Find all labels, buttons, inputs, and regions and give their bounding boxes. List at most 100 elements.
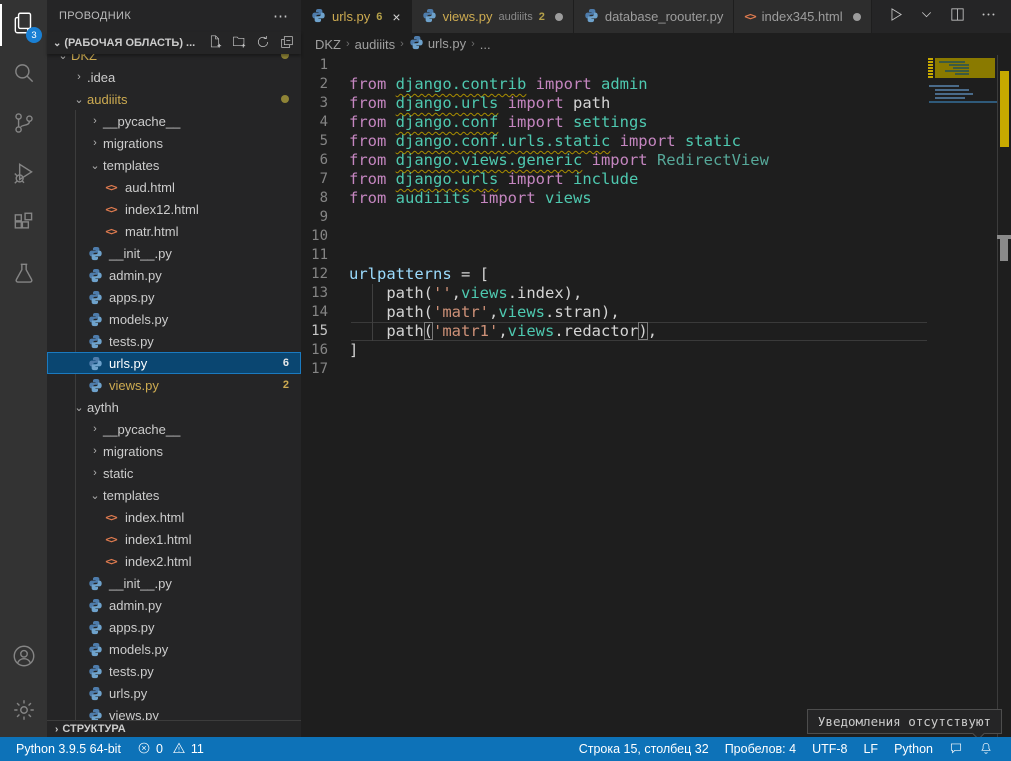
- activitybar-explorer[interactable]: 3: [0, 0, 47, 50]
- tree-file-index2-html[interactable]: <>index2.html: [47, 550, 301, 572]
- outline-section-header[interactable]: › СТРУКТУРА: [47, 720, 301, 737]
- encoding[interactable]: UTF-8: [804, 742, 855, 756]
- ellipsis-icon[interactable]: [980, 6, 997, 28]
- chevron-down-icon[interactable]: [918, 6, 935, 28]
- tab-views-py[interactable]: views.pyaudiiits2: [412, 0, 574, 33]
- tree-file-admin-py[interactable]: admin.py: [47, 264, 301, 286]
- minimap[interactable]: [927, 55, 997, 737]
- debug-icon: [11, 160, 37, 191]
- tree-file-apps-py[interactable]: apps.py: [47, 616, 301, 638]
- close-icon[interactable]: ×: [392, 9, 400, 25]
- code-line-17[interactable]: 17: [301, 360, 927, 379]
- code-line-13[interactable]: 13 path('',views.index),: [301, 284, 927, 303]
- tree-item-label: __init__.py: [109, 246, 172, 261]
- code-line-7[interactable]: 7from django.urls import include: [301, 170, 927, 189]
- tree-file--init-py[interactable]: __init__.py: [47, 572, 301, 594]
- language-mode[interactable]: Python: [886, 742, 941, 756]
- tree-folder-migrations[interactable]: ›migrations: [47, 440, 301, 462]
- modified-dot-icon[interactable]: [853, 13, 861, 21]
- refresh-icon[interactable]: [255, 34, 271, 53]
- code-line-10[interactable]: 10: [301, 227, 927, 246]
- tree-folder--pycache-[interactable]: ›__pycache__: [47, 418, 301, 440]
- activitybar-testing[interactable]: [0, 250, 47, 300]
- tree-folder--pycache-[interactable]: ›__pycache__: [47, 110, 301, 132]
- tree-file-aud-html[interactable]: <>aud.html: [47, 176, 301, 198]
- tree-item-label: admin.py: [109, 268, 162, 283]
- tab-label: database_roouter.py: [605, 9, 724, 24]
- notifications-button[interactable]: [971, 741, 1001, 758]
- code-line-16[interactable]: 16]: [301, 341, 927, 360]
- tree-file-urls-py[interactable]: urls.py: [47, 682, 301, 704]
- code-line-11[interactable]: 11: [301, 246, 927, 265]
- activitybar-extensions[interactable]: [0, 200, 47, 250]
- tree-folder-audiiits[interactable]: ⌄audiiits: [47, 88, 301, 110]
- workspace-section-header[interactable]: ⌄ (РАБОЧАЯ ОБЛАСТЬ) ...: [47, 32, 301, 54]
- tree-file-tests-py[interactable]: tests.py: [47, 660, 301, 682]
- tree-file-tests-py[interactable]: tests.py: [47, 330, 301, 352]
- tree-file--init-py[interactable]: __init__.py: [47, 242, 301, 264]
- tab-database-roouter-py[interactable]: database_roouter.py: [574, 0, 735, 33]
- tree-folder-templates[interactable]: ⌄templates: [47, 154, 301, 176]
- tree-file-matr-html[interactable]: <>matr.html: [47, 220, 301, 242]
- tree-folder-migrations[interactable]: ›migrations: [47, 132, 301, 154]
- tree-file-urls-py[interactable]: urls.py6: [47, 352, 301, 374]
- breadcrumb-item[interactable]: audiiits: [355, 37, 395, 52]
- tree-folder-dkz[interactable]: ⌄DKZ: [47, 54, 301, 66]
- breadcrumb-item[interactable]: ...: [480, 37, 491, 52]
- breadcrumb-item[interactable]: DKZ: [315, 37, 341, 52]
- tree-folder-templates[interactable]: ⌄templates: [47, 484, 301, 506]
- indentation[interactable]: Пробелов: 4: [717, 742, 804, 756]
- eol[interactable]: LF: [855, 742, 886, 756]
- tree-folder-static[interactable]: ›static: [47, 462, 301, 484]
- scrollbar[interactable]: [997, 55, 1011, 737]
- tree-file-views-py[interactable]: views.py: [47, 704, 301, 720]
- collapse-all-icon[interactable]: [279, 34, 295, 53]
- code-line-4[interactable]: 4from django.conf import settings: [301, 113, 927, 132]
- code-line-15[interactable]: 15 path('matr1',views.redactor),: [301, 322, 927, 341]
- new-folder-icon[interactable]: [231, 34, 247, 53]
- code-line-8[interactable]: 8from audiiits import views: [301, 189, 927, 208]
- code-line-3[interactable]: 3from django.urls import path: [301, 94, 927, 113]
- tree-file-models-py[interactable]: models.py: [47, 638, 301, 660]
- code-editor[interactable]: 12from django.contrib import admin3from …: [301, 55, 1011, 737]
- tree-folder--idea[interactable]: ›.idea: [47, 66, 301, 88]
- activitybar-run-debug[interactable]: [0, 150, 47, 200]
- cursor-position[interactable]: Строка 15, столбец 32: [571, 742, 717, 756]
- modified-dot-icon[interactable]: [555, 13, 563, 21]
- code-line-14[interactable]: 14 path('matr',views.stran),: [301, 303, 927, 322]
- code-line-12[interactable]: 12urlpatterns = [: [301, 265, 927, 284]
- activitybar-badge: 3: [26, 27, 42, 43]
- activitybar-account[interactable]: [0, 633, 47, 683]
- tree-file-index12-html[interactable]: <>index12.html: [47, 198, 301, 220]
- activitybar-settings[interactable]: [0, 687, 47, 737]
- feedback-button[interactable]: [941, 741, 971, 758]
- tab-urls-py[interactable]: urls.py6×: [301, 0, 412, 33]
- tree-file-index1-html[interactable]: <>index1.html: [47, 528, 301, 550]
- activitybar-source-control[interactable]: [0, 100, 47, 150]
- chevron-right-icon: ›: [471, 38, 475, 50]
- python-file-icon: [311, 8, 326, 26]
- breadcrumb-item[interactable]: urls.py: [409, 35, 466, 53]
- code-line-1[interactable]: 1: [301, 56, 927, 75]
- tab-index345-html[interactable]: <>index345.html: [734, 0, 871, 33]
- tree-file-index-html[interactable]: <>index.html: [47, 506, 301, 528]
- problems-status[interactable]: 011: [129, 737, 212, 761]
- tree-file-views-py[interactable]: views.py2: [47, 374, 301, 396]
- code-line-2[interactable]: 2from django.contrib import admin: [301, 75, 927, 94]
- python-interpreter[interactable]: Python 3.9.5 64-bit: [8, 737, 129, 761]
- play-icon[interactable]: [887, 6, 904, 28]
- code-line-6[interactable]: 6from django.views.generic import Redire…: [301, 151, 927, 170]
- code-line-5[interactable]: 5from django.conf.urls.static import sta…: [301, 132, 927, 151]
- code-line-9[interactable]: 9: [301, 208, 927, 227]
- tree-file-admin-py[interactable]: admin.py: [47, 594, 301, 616]
- line-number: 5: [301, 132, 349, 151]
- tree-folder-aythh[interactable]: ⌄aythh: [47, 396, 301, 418]
- split-icon[interactable]: [949, 6, 966, 28]
- new-file-icon[interactable]: [207, 34, 223, 53]
- scrollbar-thumb[interactable]: [1000, 239, 1008, 261]
- tree-file-models-py[interactable]: models.py: [47, 308, 301, 330]
- sidebar-more-icon[interactable]: ⋯: [273, 7, 289, 25]
- activitybar-search[interactable]: [0, 50, 47, 100]
- python-file-icon: [87, 663, 103, 679]
- tree-file-apps-py[interactable]: apps.py: [47, 286, 301, 308]
